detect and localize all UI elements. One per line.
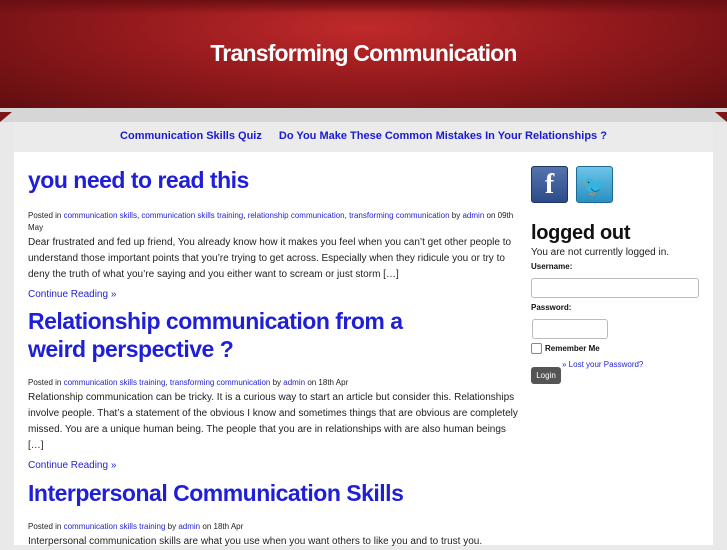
author-link[interactable]: admin — [178, 522, 200, 531]
category-link[interactable]: relationship communication — [248, 211, 345, 220]
by-label: by — [272, 378, 282, 387]
header-shadow — [0, 108, 727, 122]
post-excerpt: Dear frustrated and fed up friend, You a… — [28, 237, 512, 280]
category-link[interactable]: communication skills training — [64, 378, 166, 387]
nav-item-quiz[interactable]: Communication Skills Quiz — [120, 130, 262, 142]
category-link[interactable]: communication skills — [64, 211, 137, 220]
post-meta: Posted in communication skills training … — [28, 521, 518, 533]
username-label: Username: — [531, 262, 573, 271]
author-link[interactable]: admin — [283, 378, 305, 387]
post-meta: Posted in communication skills training,… — [28, 378, 349, 387]
site-title[interactable]: Transforming Communication — [0, 40, 727, 67]
post-excerpt: Interpersonal communication skills are w… — [28, 536, 483, 547]
post-title[interactable]: Interpersonal Communication Skills — [28, 479, 518, 507]
remember-me-label: Remember Me — [545, 344, 600, 353]
post-date: on 18th Apr — [202, 522, 244, 531]
category-link[interactable]: communication skills training — [64, 522, 166, 531]
posted-in-label: Posted in — [28, 211, 62, 220]
twitter-icon[interactable]: 🐦 — [576, 166, 613, 203]
category-link[interactable]: transforming communication — [349, 211, 449, 220]
password-label: Password: — [531, 303, 572, 312]
post: Interpersonal Communication Skills Poste… — [28, 479, 518, 550]
twitter-bird-icon: 🐦 — [582, 174, 607, 198]
post-date: on 18th Apr — [307, 378, 349, 387]
nav-item-mistakes[interactable]: Do You Make These Common Mistakes In You… — [279, 130, 607, 142]
header-corner-right — [715, 112, 727, 122]
posted-in-label: Posted in — [28, 522, 62, 531]
password-input[interactable] — [532, 319, 608, 339]
category-link[interactable]: transforming communication — [170, 378, 270, 387]
lost-password-link[interactable]: » Lost your Password? — [562, 360, 643, 369]
post-excerpt: Relationship communication can be tricky… — [28, 392, 518, 451]
facebook-glyph: f — [544, 169, 555, 200]
username-input[interactable] — [531, 278, 699, 298]
continue-reading-link[interactable]: Continue Reading » — [28, 289, 518, 300]
header-corner-left — [0, 112, 12, 122]
login-button[interactable]: Login — [531, 367, 561, 384]
continue-reading-link[interactable]: Continue Reading » — [28, 460, 518, 471]
by-label: by — [167, 522, 177, 531]
nav-bar: Communication Skills Quiz Do You Make Th… — [14, 122, 713, 152]
post: you need to read this Posted in communic… — [28, 166, 518, 300]
login-status: You are not currently logged in. — [531, 247, 670, 258]
remember-me-checkbox[interactable] — [531, 343, 542, 354]
posted-in-label: Posted in — [28, 378, 62, 387]
post: Relationship communication from a weird … — [28, 307, 518, 471]
author-link[interactable]: admin — [462, 211, 484, 220]
by-label: by — [451, 211, 461, 220]
content-area: you need to read this Posted in communic… — [14, 152, 713, 547]
post-meta: Posted in communication skills, communic… — [28, 211, 514, 232]
login-heading: logged out — [531, 222, 631, 244]
post-title[interactable]: Relationship communication from a weird … — [28, 307, 458, 363]
post-title[interactable]: you need to read this — [28, 166, 518, 194]
category-link[interactable]: communication skills training — [141, 211, 243, 220]
facebook-icon[interactable]: f — [531, 166, 568, 203]
